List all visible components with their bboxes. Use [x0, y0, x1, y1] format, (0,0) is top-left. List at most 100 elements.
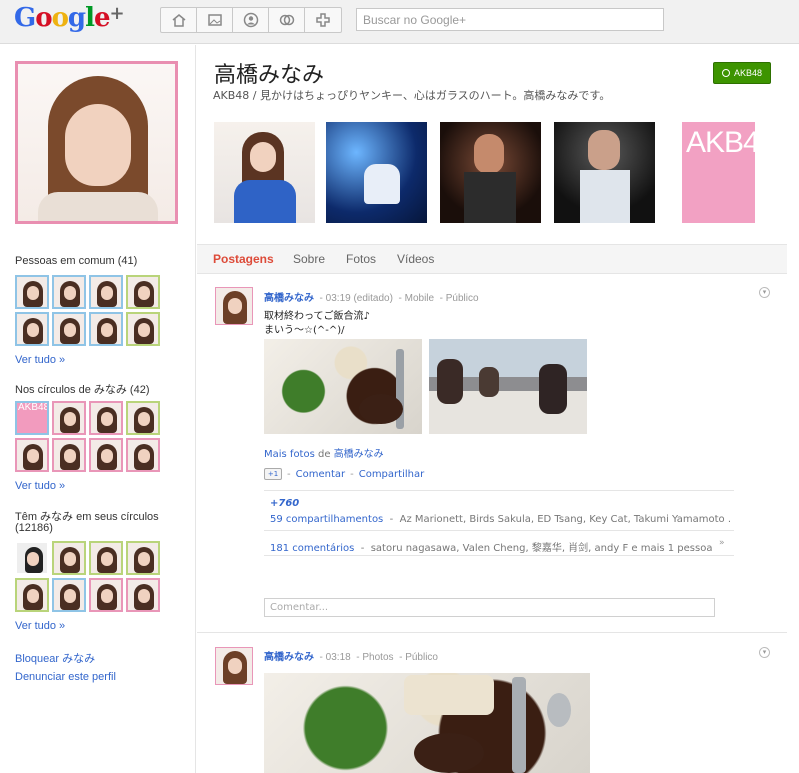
search-input[interactable]: Buscar no Google+: [356, 8, 664, 31]
shares-count[interactable]: 59 compartilhamentos: [270, 514, 383, 525]
post-divider: [197, 632, 787, 633]
post-author[interactable]: 高橋みなみ: [264, 652, 314, 663]
post-image[interactable]: [429, 339, 587, 434]
photos-button[interactable]: [197, 8, 233, 32]
more-photos-link[interactable]: Mais fotos de 高橋みなみ: [264, 445, 384, 460]
profile-tagline: AKB48 / 見かけはちょっぴりヤンキー、心はガラスのハート。高橋みなみです。: [213, 89, 611, 102]
post-comments-divider: [264, 530, 734, 531]
akb48-avatar[interactable]: AKB48: [15, 401, 49, 435]
plus-one-button[interactable]: +1: [264, 468, 282, 480]
google-plus-logo[interactable]: Google+: [14, 3, 125, 33]
strip-photo[interactable]: [326, 122, 427, 223]
post-time[interactable]: 03:19 (editado): [326, 293, 393, 304]
profile-tabs: Postagens Sobre Fotos Vídeos: [197, 244, 787, 274]
post-image[interactable]: [264, 673, 590, 773]
akb48-photo[interactable]: AKB48: [682, 122, 755, 223]
post-author[interactable]: 高橋みなみ: [264, 293, 314, 304]
home-button[interactable]: [161, 8, 197, 32]
tab-videos[interactable]: Vídeos: [397, 252, 434, 266]
see-all-have-link[interactable]: Ver tudo »: [15, 620, 65, 632]
logo-letter: G: [14, 3, 36, 33]
strip-photo[interactable]: [440, 122, 541, 223]
top-bar: Google+ Buscar no Google+: [0, 0, 799, 44]
circles-icon: [279, 14, 294, 26]
post-visibility[interactable]: Público: [446, 293, 479, 304]
post: 高橋みなみ - 03:18 - Photos - Público ▾: [197, 635, 787, 773]
avatar[interactable]: [89, 578, 123, 612]
avatar[interactable]: [52, 438, 86, 472]
report-profile-link[interactable]: Denunciar este perfil: [15, 671, 116, 683]
see-all-common-link[interactable]: Ver tudo »: [15, 354, 65, 366]
profile-button[interactable]: [233, 8, 269, 32]
avatar[interactable]: [89, 275, 123, 309]
plus-one-count[interactable]: +760: [270, 498, 299, 509]
have-in-circles-count: (12186): [15, 522, 53, 534]
post-time[interactable]: 03:18: [326, 652, 351, 663]
avatar[interactable]: [15, 541, 49, 575]
post-meta: 高橋みなみ - 03:19 (editado) - Mobile - Públi…: [264, 293, 479, 304]
see-all-in-circles-link[interactable]: Ver tudo »: [15, 480, 65, 492]
photos-icon: [207, 14, 222, 26]
akb48-tile-text: AKB48: [18, 402, 49, 413]
avatar[interactable]: [89, 541, 123, 575]
logo-letter: o: [51, 3, 69, 33]
avatar[interactable]: [89, 438, 123, 472]
post-via: Mobile: [404, 293, 435, 304]
post-options-icon[interactable]: ▾: [759, 647, 770, 658]
tab-photos[interactable]: Fotos: [346, 252, 376, 266]
share-link[interactable]: Compartilhar: [359, 469, 424, 480]
avatar[interactable]: [15, 578, 49, 612]
comment-link[interactable]: Comentar: [296, 469, 346, 480]
avatar[interactable]: [15, 275, 49, 309]
left-sidebar: Pessoas em comum (41) Ver tudo » Nos cír…: [0, 45, 196, 773]
post-visibility[interactable]: Público: [405, 652, 438, 663]
avatar[interactable]: [126, 275, 160, 309]
comments-count[interactable]: 181 comentários: [270, 543, 354, 554]
post-via[interactable]: Photos: [362, 652, 393, 663]
profile-photo[interactable]: [15, 61, 178, 224]
comment-input[interactable]: Comentar...: [264, 598, 715, 617]
circle-button[interactable]: AKB48: [713, 62, 771, 84]
post-avatar[interactable]: [215, 287, 253, 325]
avatar[interactable]: [52, 275, 86, 309]
circles-button[interactable]: [269, 8, 305, 32]
comments-line: 181 comentários - satoru nagasawa, Valen…: [270, 543, 713, 554]
post-actions: +1 - Comentar - Compartilhar: [264, 468, 424, 480]
avatar[interactable]: [126, 541, 160, 575]
avatar[interactable]: [126, 312, 160, 346]
post-options-icon[interactable]: ▾: [759, 287, 770, 298]
have-in-circles-grid: [15, 541, 160, 612]
games-button[interactable]: [305, 8, 341, 32]
avatar[interactable]: [89, 312, 123, 346]
strip-photo[interactable]: [554, 122, 655, 223]
post-image[interactable]: [264, 339, 422, 434]
post-meta: 高橋みなみ - 03:18 - Photos - Público: [264, 652, 438, 663]
post-text-line: まいう〜☆(^-^)/: [264, 325, 345, 336]
post-avatar[interactable]: [215, 647, 253, 685]
logo-letter: e: [93, 3, 111, 33]
more-photos-of: de: [318, 449, 331, 460]
post-text-line: 取材終わってご飯合流♪: [264, 311, 370, 322]
more-photos-name: 高橋みなみ: [333, 449, 384, 460]
avatar[interactable]: [52, 401, 86, 435]
expand-comments-icon[interactable]: »: [719, 538, 725, 548]
avatar[interactable]: [15, 438, 49, 472]
avatar[interactable]: [15, 312, 49, 346]
tab-posts[interactable]: Postagens: [213, 252, 274, 266]
sharers-list: Az Marionett, Birds Sakula, ED Tsang, Ke…: [399, 514, 730, 525]
logo-letter: g: [67, 3, 86, 33]
post-comments-bottom: [264, 555, 734, 556]
avatar[interactable]: [126, 401, 160, 435]
avatar[interactable]: [52, 541, 86, 575]
avatar[interactable]: [89, 401, 123, 435]
tab-about[interactable]: Sobre: [293, 252, 325, 266]
avatar[interactable]: [52, 578, 86, 612]
block-user-link[interactable]: Bloquear みなみ: [15, 650, 95, 666]
avatar[interactable]: [126, 438, 160, 472]
circle-icon: [721, 69, 730, 77]
common-people-title: Pessoas em comum (41): [15, 255, 138, 267]
avatar[interactable]: [126, 578, 160, 612]
strip-photo[interactable]: [214, 122, 315, 223]
circle-button-label: AKB48: [733, 68, 763, 78]
avatar[interactable]: [52, 312, 86, 346]
